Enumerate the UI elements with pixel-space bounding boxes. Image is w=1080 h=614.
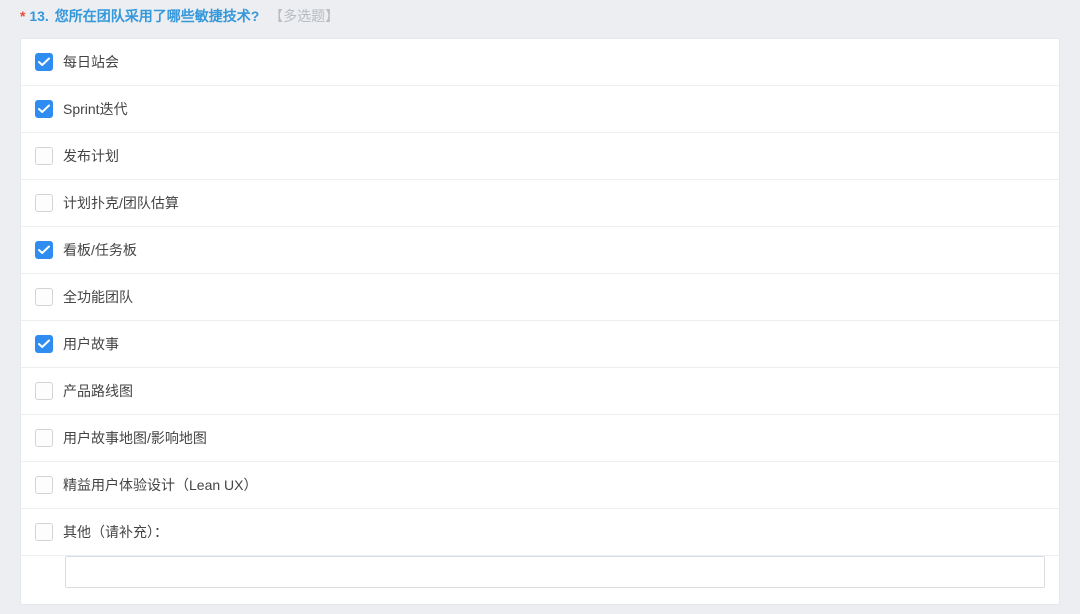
question-number: 13. [29, 8, 48, 24]
other-input[interactable] [65, 556, 1045, 588]
checkbox-unchecked-icon[interactable] [35, 288, 53, 306]
checkbox-checked-icon[interactable] [35, 241, 53, 259]
checkbox-unchecked-icon[interactable] [35, 476, 53, 494]
checkbox-checked-icon[interactable] [35, 335, 53, 353]
checkbox-unchecked-icon[interactable] [35, 429, 53, 447]
option-label: 看板/任务板 [63, 240, 137, 260]
option-row[interactable]: Sprint迭代 [21, 86, 1059, 133]
checkbox-unchecked-icon[interactable] [35, 523, 53, 541]
question-text: 您所在团队采用了哪些敏捷技术? [55, 8, 260, 24]
checkbox-checked-icon[interactable] [35, 100, 53, 118]
option-row[interactable]: 看板/任务板 [21, 227, 1059, 274]
option-row[interactable]: 产品路线图 [21, 368, 1059, 415]
option-row[interactable]: 精益用户体验设计（Lean UX） [21, 462, 1059, 509]
option-label: 全功能团队 [63, 287, 133, 307]
option-row[interactable]: 用户故事地图/影响地图 [21, 415, 1059, 462]
option-row[interactable]: 全功能团队 [21, 274, 1059, 321]
options-card: 每日站会 Sprint迭代发布计划计划扑克/团队估算看板/任务板全功能团队用户故事… [20, 38, 1060, 605]
checkbox-unchecked-icon[interactable] [35, 194, 53, 212]
option-row[interactable]: 其他（请补充）： [21, 509, 1059, 556]
option-label: 用户故事地图/影响地图 [63, 428, 207, 448]
question-header: * 13. 您所在团队采用了哪些敏捷技术? 【多选题】 [0, 0, 1080, 38]
option-label: 产品路线图 [63, 381, 133, 401]
question-type: 【多选题】 [269, 8, 339, 24]
required-star: * [20, 8, 25, 24]
option-label: Sprint迭代 [63, 99, 128, 119]
option-row[interactable]: 用户故事 [21, 321, 1059, 368]
other-input-wrap [21, 556, 1059, 604]
option-label: 用户故事 [63, 334, 119, 354]
option-row[interactable]: 每日站会 [21, 39, 1059, 86]
option-row[interactable]: 发布计划 [21, 133, 1059, 180]
checkbox-unchecked-icon[interactable] [35, 382, 53, 400]
checkbox-checked-icon[interactable] [35, 53, 53, 71]
option-label: 发布计划 [63, 146, 119, 166]
option-label: 精益用户体验设计（Lean UX） [63, 475, 257, 495]
option-row[interactable]: 计划扑克/团队估算 [21, 180, 1059, 227]
checkbox-unchecked-icon[interactable] [35, 147, 53, 165]
option-label: 计划扑克/团队估算 [63, 193, 179, 213]
option-label: 每日站会 [63, 52, 119, 72]
option-label: 其他（请补充）： [63, 522, 168, 542]
